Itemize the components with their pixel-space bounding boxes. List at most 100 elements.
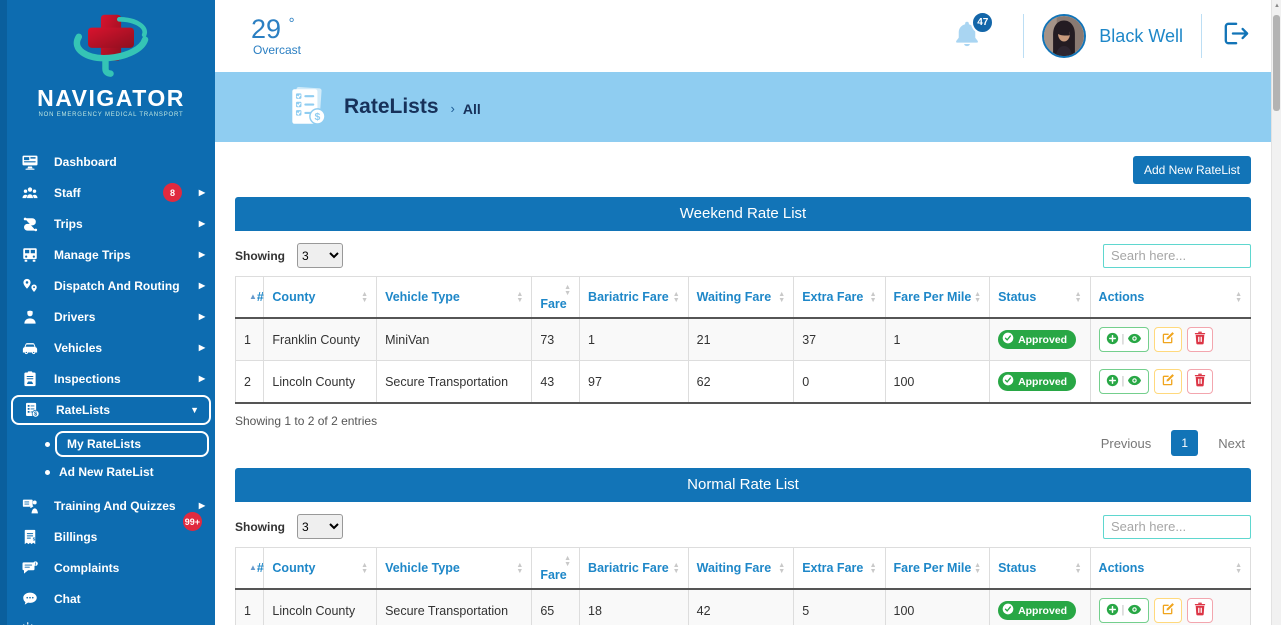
notifications-button[interactable]: 47 — [951, 18, 983, 55]
sidebar-item-label: Trips — [54, 217, 83, 231]
chevron-right-icon: ▶ — [199, 188, 205, 197]
sort-icon: ▲▼ — [516, 563, 523, 575]
sidebar-item-staff[interactable]: Staff8▶ — [7, 177, 215, 208]
page-number-button[interactable]: 1 — [1171, 430, 1198, 456]
plus-circle-icon — [1106, 332, 1119, 348]
header-row: ▲#▲▼County▲▼Vehicle Type▲▼Fare▲▼Bariatri… — [236, 277, 1251, 319]
rate-list-section: Normal Rate ListShowing3▲#▲▼County▲▼Vehi… — [235, 468, 1251, 625]
sidebar-item-drivers[interactable]: Drivers▶ — [7, 301, 215, 332]
view-button[interactable]: | — [1099, 369, 1150, 394]
column-header[interactable]: ▲▼Fare — [532, 277, 580, 319]
column-header[interactable]: ▲▼Waiting Fare — [688, 277, 794, 319]
scrollbar-thumb[interactable] — [1273, 15, 1280, 111]
sort-icon: ▲▼ — [673, 563, 680, 575]
bullet-icon — [45, 442, 50, 447]
sort-icon: ▲▼ — [870, 563, 877, 575]
logout-button[interactable] — [1220, 18, 1251, 54]
column-header[interactable]: ▲▼Vehicle Type — [377, 277, 532, 319]
edit-button[interactable] — [1154, 598, 1182, 623]
cell-status: Approved — [990, 589, 1090, 625]
sidebar-subitem-ad-new-ratelist[interactable]: Ad New RateList — [7, 459, 215, 485]
search-input[interactable] — [1103, 515, 1251, 539]
column-header[interactable]: ▲# — [236, 277, 264, 319]
showing-label: Showing — [235, 249, 285, 263]
sort-icon: ▲▼ — [1075, 292, 1082, 304]
sidebar-subitem-my-ratelists[interactable]: My RateLists — [7, 431, 215, 457]
edit-button[interactable] — [1154, 369, 1182, 394]
status-badge: Approved — [998, 601, 1076, 620]
avatar[interactable] — [1042, 14, 1086, 58]
previous-page-button[interactable]: Previous — [1095, 432, 1158, 455]
sidebar-item-inspections[interactable]: Inspections▶ — [7, 363, 215, 394]
app-logo[interactable]: NAVIGATOR NON EMERGENCY MEDICAL TRANSPOR… — [7, 0, 215, 146]
column-header[interactable]: ▲▼Bariatric Fare — [580, 277, 689, 319]
page-size-select[interactable]: 3 — [297, 514, 343, 539]
view-button[interactable]: | — [1099, 327, 1150, 352]
pencil-square-icon — [1161, 602, 1175, 619]
sidebar-item-manage-trips[interactable]: Manage Trips▶ — [7, 239, 215, 270]
billings-icon: $ — [21, 527, 47, 546]
sidebar-item-weather[interactable]: Weather — [7, 614, 215, 625]
status-badge: Approved — [998, 330, 1076, 349]
column-header[interactable]: ▲▼Vehicle Type — [377, 548, 532, 590]
delete-button[interactable] — [1187, 598, 1213, 623]
sidebar-item-dispatch-and-routing[interactable]: Dispatch And Routing ▶ — [7, 270, 215, 301]
sort-icon: ▲▼ — [778, 292, 785, 304]
page-scrollbar[interactable]: ▲ — [1271, 0, 1281, 625]
next-page-button[interactable]: Next — [1212, 432, 1251, 455]
cell-extra-fare: 0 — [794, 361, 885, 404]
scrollbar-up-arrow[interactable]: ▲ — [1272, 3, 1281, 9]
eye-icon — [1127, 332, 1142, 348]
chevron-right-icon: ▶ — [199, 501, 205, 510]
column-header[interactable]: ▲▼County — [264, 548, 377, 590]
sidebar-item-label: Dispatch And Routing — [54, 279, 180, 293]
topbar-right: 47 Black Well — [951, 14, 1251, 58]
cell-actions: | — [1090, 318, 1250, 361]
user-name: Black Well — [1099, 26, 1183, 47]
search-input[interactable] — [1103, 244, 1251, 268]
sidebar-item-label: Training And Quizzes — [54, 499, 176, 513]
column-header[interactable]: ▲▼Fare Per Mile — [885, 277, 990, 319]
dispatch-icon — [21, 276, 47, 295]
sidebar-item-ratelists[interactable]: $RateLists▼ — [11, 395, 211, 425]
column-header[interactable]: ▲▼Fare Per Mile — [885, 548, 990, 590]
sidebar-item-label: Vehicles — [54, 341, 102, 355]
cell-fare: 43 — [532, 361, 580, 404]
chevron-right-icon: ▶ — [199, 281, 205, 290]
column-header[interactable]: ▲▼Fare — [532, 548, 580, 590]
app-root: NAVIGATOR NON EMERGENCY MEDICAL TRANSPOR… — [0, 0, 1281, 625]
sidebar-item-dashboard[interactable]: Dashboard — [7, 146, 215, 177]
pencil-square-icon — [1161, 373, 1175, 390]
cell-fare: 73 — [532, 318, 580, 361]
column-header[interactable]: ▲▼Waiting Fare — [688, 548, 794, 590]
column-header[interactable]: ▲▼Actions — [1090, 277, 1250, 319]
delete-button[interactable] — [1187, 369, 1213, 394]
column-header[interactable]: ▲▼Bariatric Fare — [580, 548, 689, 590]
edit-button[interactable] — [1154, 327, 1182, 352]
sidebar-item-complaints[interactable]: !Complaints — [7, 552, 215, 583]
column-header[interactable]: ▲▼County — [264, 277, 377, 319]
column-header[interactable]: ▲▼Status — [990, 277, 1090, 319]
ratelists-icon: $ — [23, 401, 49, 420]
sidebar-item-chat[interactable]: Chat — [7, 583, 215, 614]
column-header[interactable]: ▲▼Actions — [1090, 548, 1250, 590]
add-new-ratelist-button[interactable]: Add New RateList — [1133, 156, 1251, 184]
column-header[interactable]: ▲▼Status — [990, 548, 1090, 590]
cell-bariatric-fare: 18 — [580, 589, 689, 625]
delete-button[interactable] — [1187, 327, 1213, 352]
sort-icon: ▲▼ — [361, 292, 368, 304]
sidebar-item-label: Billings — [54, 530, 97, 544]
view-button[interactable]: | — [1099, 598, 1150, 623]
sidebar-item-vehicles[interactable]: Vehicles▶ — [7, 332, 215, 363]
weather-condition: Overcast — [253, 44, 301, 57]
bell-icon — [951, 37, 983, 54]
sidebar-item-billings[interactable]: $Billings99+ — [7, 521, 215, 552]
sort-icon: ▲▼ — [516, 292, 523, 304]
sidebar-item-trips[interactable]: Trips▶ — [7, 208, 215, 239]
column-header[interactable]: ▲# — [236, 548, 264, 590]
trash-icon — [1194, 331, 1206, 348]
column-header[interactable]: ▲▼Extra Fare — [794, 277, 885, 319]
page-size-select[interactable]: 3 — [297, 243, 343, 268]
eye-icon — [1127, 374, 1142, 390]
column-header[interactable]: ▲▼Extra Fare — [794, 548, 885, 590]
